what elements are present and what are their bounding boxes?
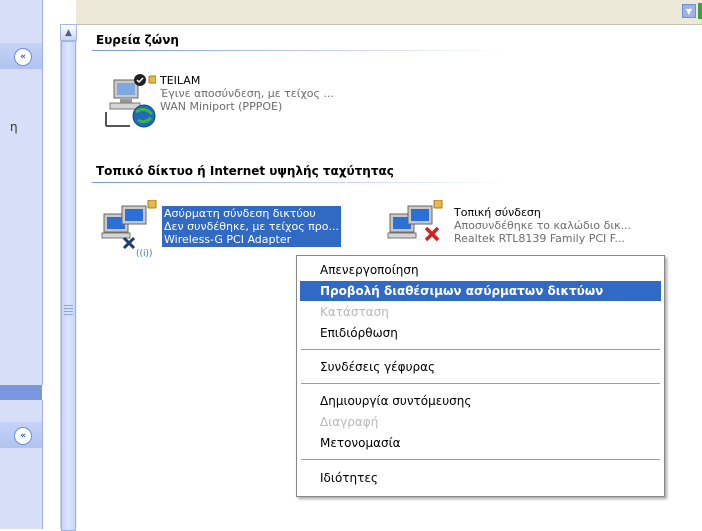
connection-local[interactable]: Τοπική σύνδεση Αποσυνδέθηκε το καλώδιο δ… (386, 200, 676, 260)
menu-item-rename[interactable]: Μετονομασία (300, 433, 661, 453)
dropdown-chevron-icon[interactable]: ▼ (682, 4, 696, 18)
collapse-icon[interactable]: « (14, 427, 32, 445)
connection-device: Realtek RTL8139 Family PCI F... (454, 232, 625, 245)
group-header-lan: Τοπικό δίκτυο ή Internet υψηλής ταχύτητα… (96, 164, 394, 178)
menu-item-delete: Διαγραφή (320, 415, 379, 429)
scrollbar-grip (64, 305, 73, 317)
dialup-connection-icon (105, 74, 156, 128)
menu-separator (301, 349, 660, 350)
menu-separator (301, 383, 660, 384)
group-divider (92, 50, 512, 51)
menu-separator (301, 459, 660, 460)
menu-item-create-shortcut[interactable]: Δημιουργία συντόμευσης (300, 391, 661, 411)
lan-connection-icon (387, 200, 443, 242)
connection-status: Έγινε αποσύνδεση, με τείχος ... (160, 87, 334, 100)
connection-device: WAN Miniport (PPPOE) (160, 100, 283, 113)
menu-item-status: Κατάσταση (320, 305, 389, 319)
scroll-up-icon[interactable]: ▲ (60, 24, 77, 41)
toolbar (76, 0, 702, 25)
task-panel-top: « η (0, 0, 43, 385)
connection-wireless[interactable]: ((i)) Ασύρματη σύνδεση δικτύου Δεν συνδέ… (100, 200, 382, 260)
group-divider (92, 182, 512, 183)
menu-item-repair[interactable]: Επιδιόρθωση (300, 323, 661, 343)
connection-name: Τοπική σύνδεση (454, 206, 541, 219)
connection-status: Αποσυνδέθηκε το καλώδιο δικ... (454, 219, 632, 232)
menu-item-disable[interactable]: Απενεργοποίηση (300, 260, 661, 280)
menu-item-bridge-connections[interactable]: Συνδέσεις γέφυρας (300, 357, 661, 377)
context-menu: Απενεργοποίηση Προβολή διαθέσιμων ασύρμα… (296, 255, 665, 497)
go-icon[interactable] (698, 3, 702, 19)
menu-item-view-wireless-networks[interactable]: Προβολή διαθέσιμων ασύρματων δικτύων (300, 281, 661, 301)
svg-text:((i)): ((i)) (136, 249, 153, 258)
connection-name: Ασύρματη σύνδεση δικτύου (164, 207, 316, 220)
scrollbar-thumb[interactable] (61, 41, 76, 531)
connection-name: TEILAM (160, 74, 201, 87)
connection-text: Ασύρματη σύνδεση δικτύου Δεν συνδέθηκε, … (162, 206, 341, 247)
menu-item-properties[interactable]: Ιδιότητες (300, 468, 661, 488)
connection-text: Τοπική σύνδεση Αποσυνδέθηκε το καλώδιο δ… (454, 206, 631, 245)
connection-teilam[interactable]: TEILAM Έγινε αποσύνδεση, με τείχος ... W… (102, 72, 334, 142)
connection-device: Wireless-G PCI Adapter (164, 233, 292, 246)
collapse-icon[interactable]: « (14, 48, 32, 66)
connection-status: Δεν συνδέθηκε, με τείχος προ... (164, 220, 339, 233)
connection-text: TEILAM Έγινε αποσύνδεση, με τείχος ... W… (160, 74, 334, 113)
task-panel-text: η (10, 120, 18, 134)
group-header-broadband: Ευρεία ζώνη (96, 33, 179, 47)
task-panel-bottom: « (0, 400, 43, 529)
wireless-connection-icon: ((i)) (101, 200, 157, 258)
